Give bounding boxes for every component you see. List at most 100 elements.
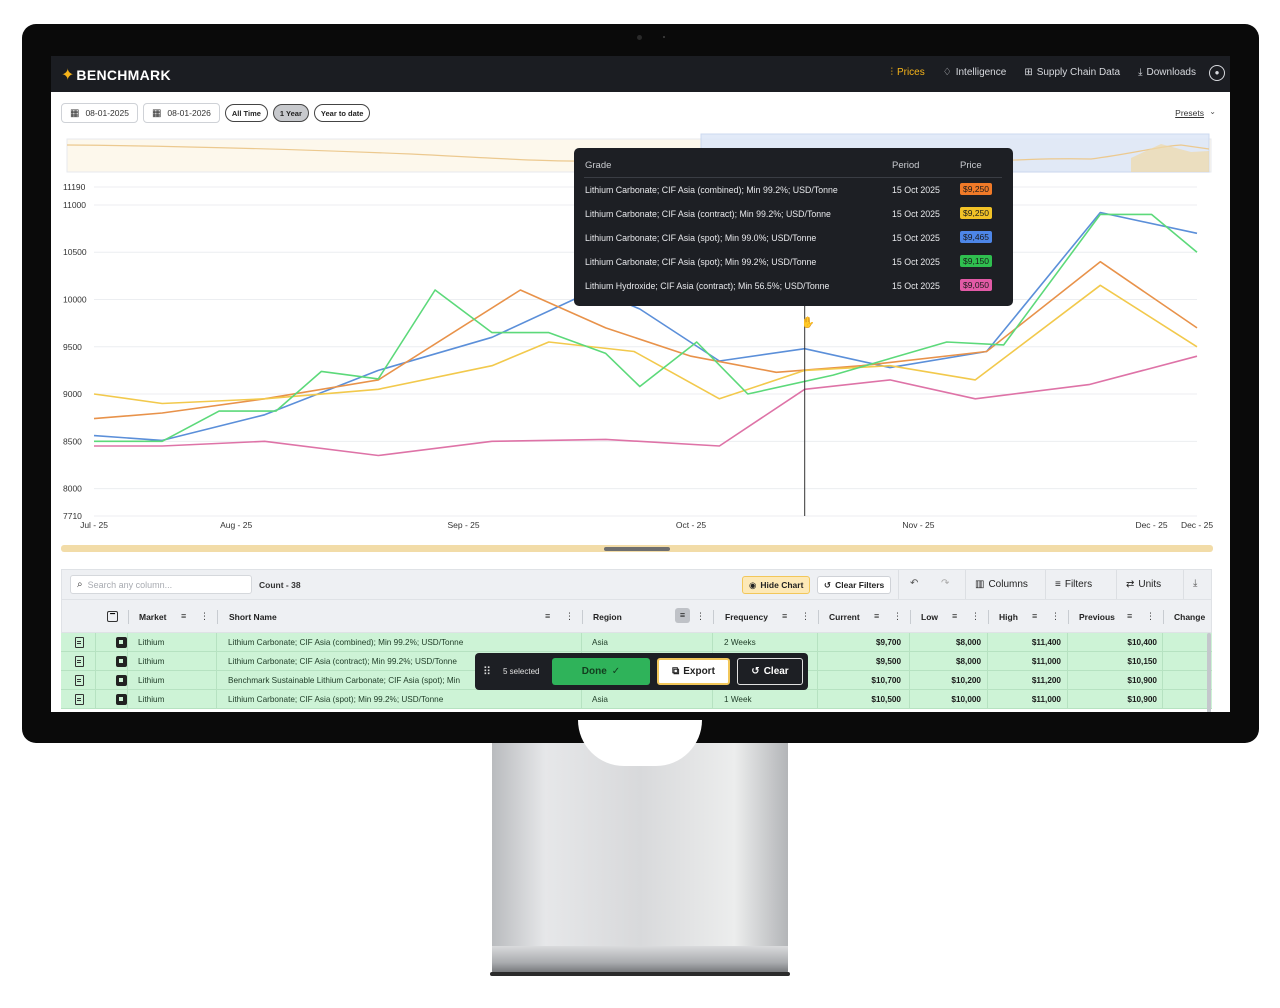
header-current[interactable]: Current (829, 600, 860, 634)
cell-separator (817, 633, 818, 652)
done-button[interactable]: Done ✓ (552, 658, 650, 685)
cell-separator (909, 690, 910, 709)
filter-icon[interactable]: ≡ (952, 611, 957, 621)
column-menu-icon[interactable]: ⋮ (565, 611, 574, 622)
nav-downloads[interactable]: ⤓ Downloads (1138, 67, 1196, 78)
cell-separator (817, 690, 818, 709)
chip-1-year[interactable]: 1 Year (272, 104, 309, 122)
header-previous[interactable]: Previous (1079, 600, 1115, 634)
header-low[interactable]: Low (921, 600, 938, 634)
nav-supply-chain-data[interactable]: ⊞ Supply Chain Data (1024, 67, 1120, 78)
chip-all-time[interactable]: All Time (224, 104, 268, 122)
search-placeholder: Search any column... (87, 579, 173, 590)
header-high[interactable]: High (999, 600, 1018, 634)
cell-separator (909, 633, 910, 652)
filter-icon[interactable]: ≡ (545, 611, 550, 621)
header-market[interactable]: Market (139, 600, 166, 634)
table-scrollbar[interactable] (1207, 633, 1211, 712)
columns-button[interactable]: ▥ Columns (975, 579, 1028, 590)
cell-current: $9,500 (875, 657, 901, 666)
tooltip-header-price: Price (960, 160, 982, 171)
header-region[interactable]: Region (593, 600, 622, 634)
start-date-value: 08-01-2025 (85, 108, 129, 118)
export-button[interactable]: ⧉ Export (657, 658, 730, 685)
column-separator (217, 610, 218, 624)
column-separator (1068, 610, 1069, 624)
filter-icon[interactable]: ≡ (1032, 611, 1037, 621)
table-row[interactable]: Lithium Lithium Carbonate; CIF Asia (comb… (61, 633, 1212, 652)
header-frequency[interactable]: Frequency (725, 600, 768, 634)
row-checkbox[interactable] (116, 675, 127, 686)
hide-chart-button[interactable]: ◉ Hide Chart (742, 576, 811, 594)
document-icon[interactable] (75, 694, 84, 705)
cell-low: $8,000 (955, 657, 981, 666)
tooltip-header-period: Period (892, 160, 920, 171)
document-icon[interactable] (75, 637, 84, 648)
cell-separator (216, 690, 217, 709)
redo-icon[interactable]: ↷ (941, 578, 949, 589)
header-change[interactable]: Change (1174, 600, 1205, 634)
cell-separator (95, 652, 96, 671)
cell-separator (987, 671, 988, 690)
units-button[interactable]: ⇄ Units (1126, 579, 1161, 590)
monitor-mockup: ✦ BENCHMARK ⫶ Prices ♢ Intelligence ⊞ Su… (0, 0, 1280, 1008)
chip-year-to-date[interactable]: Year to date (313, 104, 371, 122)
tooltip-row: Lithium Hydroxide; CIF Asia (contract); … (574, 279, 1013, 305)
grid-toolbar: ⌕ Search any column... Count - 38 ◉ Hide… (61, 569, 1212, 600)
columns-label: Columns (988, 579, 1028, 590)
cell-separator (95, 633, 96, 652)
column-menu-icon[interactable]: ⋮ (1146, 611, 1155, 622)
check-circle-icon: ✓ (611, 666, 621, 677)
clear-filters-button[interactable]: ↺ Clear Filters (817, 576, 892, 594)
cell-separator (1067, 671, 1068, 690)
undo-icon[interactable]: ↶ (910, 578, 918, 589)
cell-current: $10,700 (871, 676, 901, 685)
download-icon[interactable]: ⤓ (1193, 578, 1197, 589)
presets-dropdown[interactable]: Presets (1175, 108, 1204, 118)
range-slider-handle[interactable] (604, 547, 670, 551)
clear-selection-button[interactable]: ↺ Clear (737, 658, 803, 685)
calendar-icon: ▦ (151, 107, 162, 119)
filter-icon[interactable]: ≡ (1127, 611, 1132, 621)
cell-separator (1162, 671, 1163, 690)
column-separator (1163, 610, 1164, 624)
filters-button[interactable]: ≡ Filters (1055, 579, 1092, 590)
document-icon[interactable] (75, 675, 84, 686)
header-short-name[interactable]: Short Name (229, 600, 277, 634)
drag-handle-icon[interactable]: ⠿ (483, 665, 491, 678)
cell-previous: $10,150 (1127, 657, 1157, 666)
select-all-checkbox[interactable]: − (107, 610, 118, 622)
monitor-stand (492, 743, 788, 948)
active-filter-icon[interactable]: ≡ (675, 608, 690, 623)
cell-current: $10,500 (871, 695, 901, 704)
column-menu-icon[interactable]: ⋮ (801, 611, 810, 622)
row-checkbox[interactable] (116, 656, 127, 667)
column-menu-icon[interactable]: ⋮ (1051, 611, 1060, 622)
table-row[interactable]: Lithium Lithium Carbonate; CIF Asia (spot… (61, 690, 1212, 709)
filter-icon[interactable]: ≡ (181, 611, 186, 621)
row-checkbox[interactable] (116, 694, 127, 705)
column-menu-icon[interactable]: ⋮ (200, 611, 209, 622)
document-icon[interactable] (75, 656, 84, 667)
reset-icon: ↺ (824, 579, 832, 590)
benchmark-logo[interactable]: ✦ BENCHMARK (61, 65, 171, 85)
chevron-down-icon[interactable]: ⌄ (1209, 107, 1216, 116)
cell-market: Lithium (138, 695, 165, 704)
filter-icon[interactable]: ≡ (782, 611, 787, 621)
column-menu-icon[interactable]: ⋮ (971, 611, 980, 622)
search-input[interactable]: ⌕ Search any column... (70, 575, 252, 594)
column-menu-icon[interactable]: ⋮ (696, 611, 705, 622)
row-checkbox[interactable] (116, 637, 127, 648)
y-tick-label: 11190 (63, 182, 86, 192)
x-tick-label: Nov - 25 (902, 520, 934, 530)
start-date-picker[interactable]: ▦ 08-01-2025 (61, 103, 138, 123)
cell-separator (127, 652, 128, 671)
end-date-picker[interactable]: ▦ 08-01-2026 (142, 103, 220, 123)
user-account-icon[interactable]: ● (1209, 65, 1225, 81)
nav-prices[interactable]: ⫶ Prices (890, 67, 924, 78)
column-menu-icon[interactable]: ⋮ (893, 611, 902, 622)
filter-icon[interactable]: ≡ (874, 611, 879, 621)
nav-intelligence[interactable]: ♢ Intelligence (943, 67, 1007, 78)
search-icon: ⌕ (77, 579, 83, 590)
export-label: Export (683, 666, 715, 677)
